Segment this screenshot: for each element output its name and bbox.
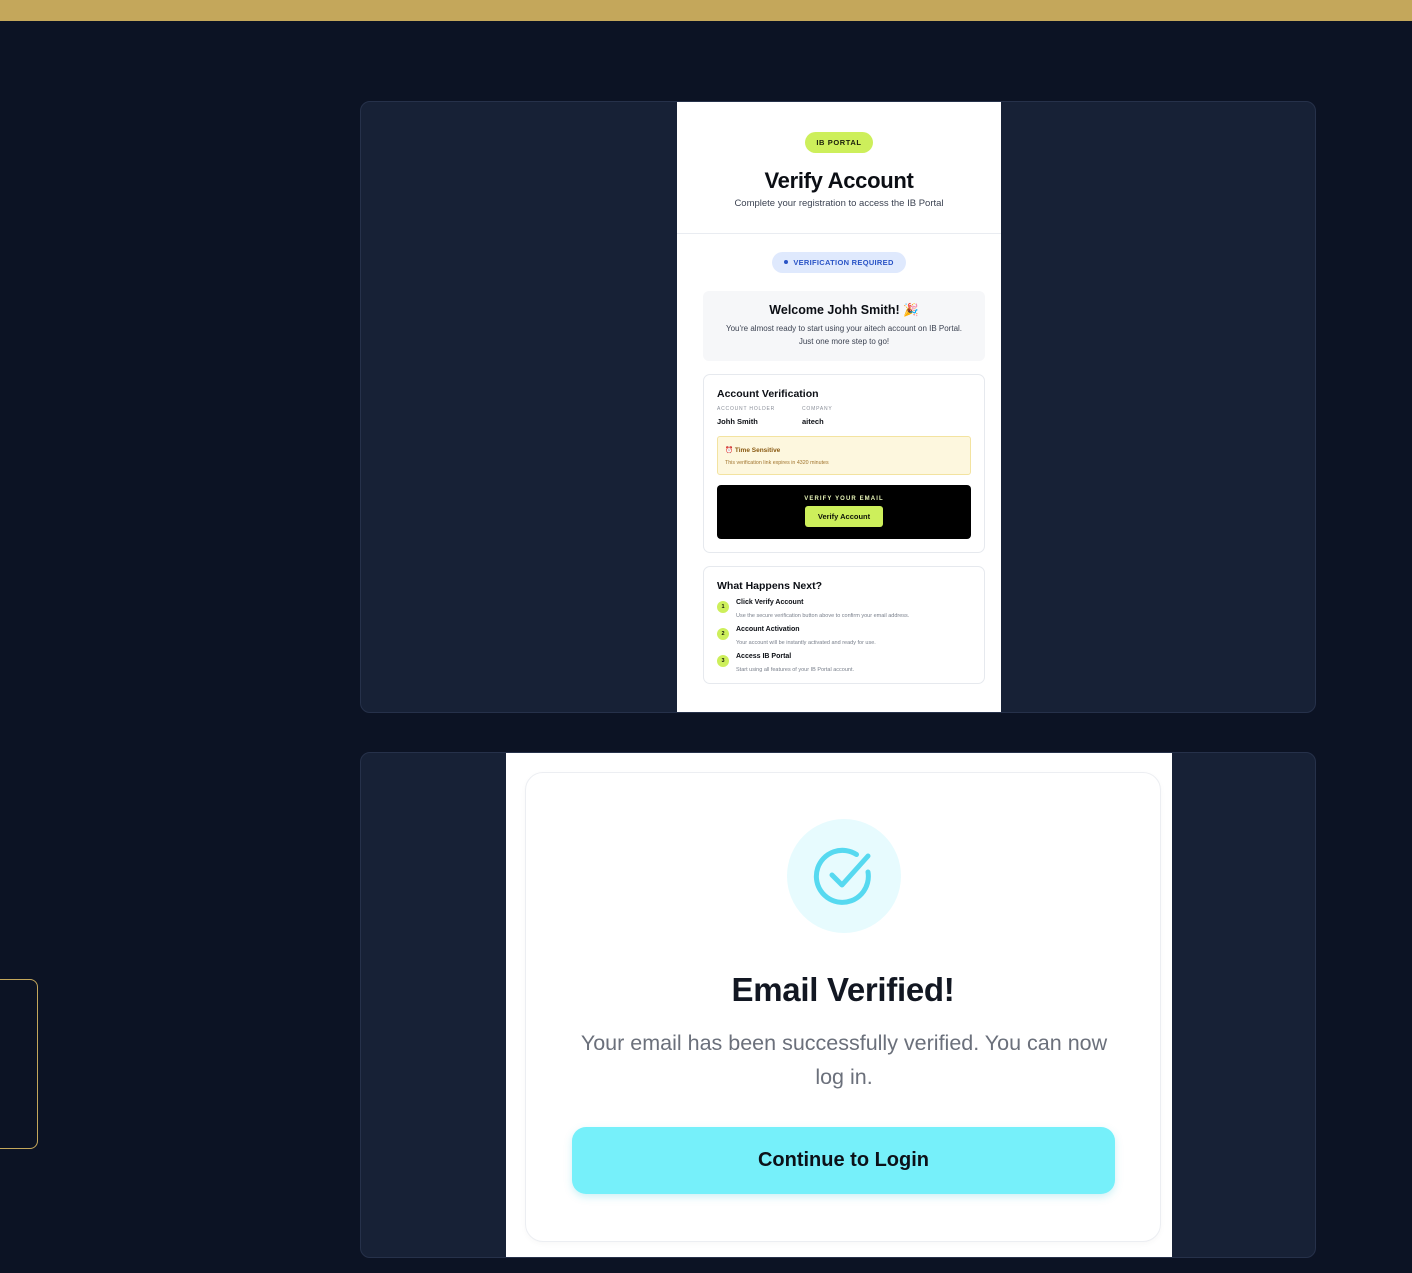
check-circle-icon bbox=[787, 819, 901, 933]
step-number: 3 bbox=[717, 655, 729, 667]
account-verification-card: Account Verification ACCOUNT HOLDER Johh… bbox=[703, 374, 985, 553]
welcome-text: You're almost ready to start using your … bbox=[725, 324, 963, 346]
step-title: Click Verify Account bbox=[736, 599, 804, 606]
time-sensitive-notice: ⏰ Time Sensitive This verification link … bbox=[717, 436, 971, 475]
step-desc: Your account will be instantly activated… bbox=[736, 640, 876, 646]
account-meta: ACCOUNT HOLDER Johh Smith COMPANY aitech bbox=[717, 406, 971, 426]
company: COMPANY aitech bbox=[802, 406, 887, 426]
verified-page-showcase: Email Verified! Your email has been succ… bbox=[360, 752, 1316, 1258]
cta-label: VERIFY YOUR EMAIL bbox=[804, 496, 884, 502]
step-desc: Use the secure verification button above… bbox=[736, 613, 910, 619]
portal-badge: IB PORTAL bbox=[805, 132, 873, 153]
company-value: aitech bbox=[802, 417, 824, 426]
step-item: 1 Click Verify Account Use the secure ve… bbox=[717, 599, 971, 619]
account-holder-value: Johh Smith bbox=[717, 417, 758, 426]
step-desc: Start using all features of your IB Port… bbox=[736, 667, 855, 673]
step-number: 1 bbox=[717, 601, 729, 613]
next-steps-card: What Happens Next? 1 Click Verify Accoun… bbox=[703, 566, 985, 684]
top-accent-bar bbox=[0, 0, 1412, 21]
step-title: Account Activation bbox=[736, 626, 800, 633]
continue-to-login-button[interactable]: Continue to Login bbox=[572, 1127, 1115, 1194]
account-holder: ACCOUNT HOLDER Johh Smith bbox=[717, 406, 802, 426]
verify-cta-box: VERIFY YOUR EMAIL Verify Account bbox=[717, 485, 971, 539]
step-item: 2 Account Activation Your account will b… bbox=[717, 626, 971, 646]
notice-text: This verification link expires in 4320 m… bbox=[725, 460, 829, 466]
verify-account-button[interactable]: Verify Account bbox=[804, 506, 884, 527]
verified-page: Email Verified! Your email has been succ… bbox=[506, 753, 1172, 1257]
account-holder-label: ACCOUNT HOLDER bbox=[717, 406, 776, 412]
status-badge-label: VERIFICATION REQUIRED bbox=[793, 258, 894, 267]
email-subtitle: Complete your registration to access the… bbox=[734, 198, 944, 209]
verified-title: Email Verified! bbox=[731, 971, 955, 1008]
verified-message: Your email has been successfully verifie… bbox=[580, 1031, 1108, 1089]
verification-email: IB PORTAL Verify Account Complete your r… bbox=[677, 102, 1001, 712]
status-badge: VERIFICATION REQUIRED bbox=[772, 252, 906, 273]
email-preview-showcase: IB PORTAL Verify Account Complete your r… bbox=[360, 101, 1316, 713]
welcome-title: Welcome Johh Smith! 🎉 bbox=[769, 303, 919, 317]
account-card-title: Account Verification bbox=[717, 388, 819, 400]
status-dot-icon bbox=[784, 260, 789, 265]
email-title: Verify Account bbox=[764, 168, 914, 193]
side-frame-decoration bbox=[0, 979, 38, 1149]
email-header: IB PORTAL Verify Account Complete your r… bbox=[677, 102, 1001, 234]
verified-card: Email Verified! Your email has been succ… bbox=[525, 772, 1161, 1242]
step-item: 3 Access IB Portal Start using all featu… bbox=[717, 653, 971, 673]
company-label: COMPANY bbox=[802, 406, 833, 412]
welcome-box: Welcome Johh Smith! 🎉 You're almost read… bbox=[703, 291, 985, 361]
status-badge-wrap: VERIFICATION REQUIRED bbox=[677, 252, 1001, 273]
next-steps-title: What Happens Next? bbox=[717, 580, 823, 592]
step-number: 2 bbox=[717, 628, 729, 640]
check-circle-svg bbox=[813, 847, 871, 905]
step-title: Access IB Portal bbox=[736, 653, 792, 660]
notice-title: ⏰ Time Sensitive bbox=[725, 447, 781, 454]
